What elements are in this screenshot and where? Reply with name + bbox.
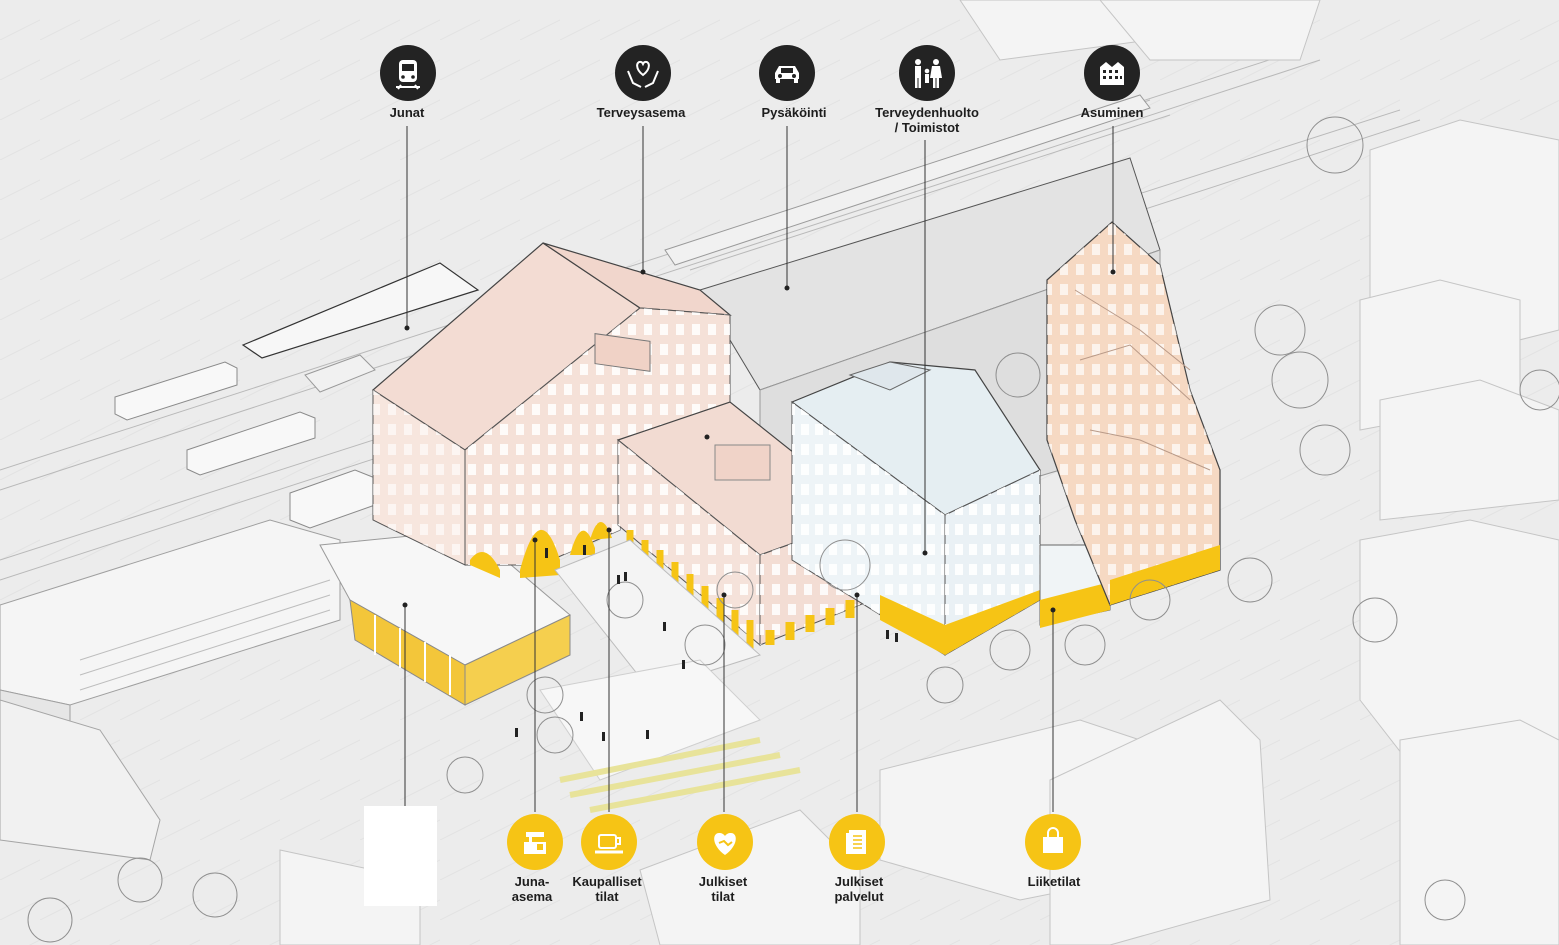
coffee-cup-icon <box>581 814 637 870</box>
label-pysakointi: Pysäköinti <box>761 105 827 120</box>
car-icon <box>759 45 815 101</box>
apartment-building-icon <box>1084 45 1140 101</box>
heart-handshake-icon <box>697 814 753 870</box>
document-checklist-icon <box>829 814 885 870</box>
label-liiketilat: Liiketilat <box>1027 874 1081 889</box>
shopping-bag-icon <box>1025 814 1081 870</box>
label-junaasema: Juna- asema <box>511 874 553 904</box>
heart-hands-icon <box>615 45 671 101</box>
label-terveysasema: Terveysasema <box>596 105 686 120</box>
ticket-kiosk-icon <box>507 814 563 870</box>
label-kaupalliset-tilat: Kaupalliset tilat <box>572 874 642 904</box>
train-icon <box>380 45 436 101</box>
isometric-scene <box>0 0 1559 945</box>
label-julkiset-tilat: Julkiset tilat <box>698 874 748 904</box>
people-icon <box>899 45 955 101</box>
label-junat: Junat <box>389 105 425 120</box>
label-julkiset-palvelut: Julkiset palvelut <box>834 874 884 904</box>
diagram-canvas: Junat Terveysasema Pysäköinti Terveydenh… <box>0 0 1559 945</box>
blank-panel <box>364 806 437 906</box>
label-asuminen: Asuminen <box>1080 105 1144 120</box>
label-terveydenhuolto: Terveydenhuolto / Toimistot <box>875 105 979 135</box>
